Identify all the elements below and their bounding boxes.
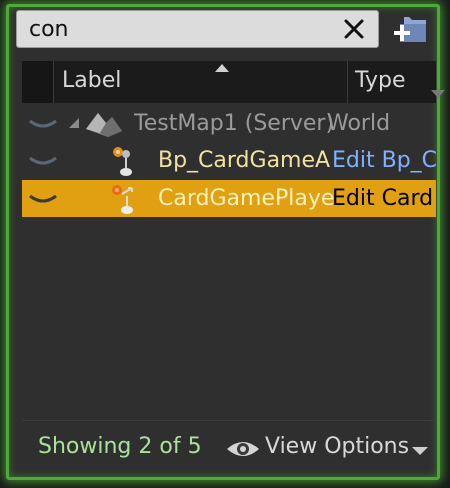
list-item[interactable]: TestMap1 (Server) World: [22, 105, 436, 142]
player-controller-icon: [112, 185, 133, 214]
search-input[interactable]: [17, 11, 339, 47]
chevron-down-icon[interactable]: [430, 89, 446, 99]
column-header-row: Label Type: [22, 61, 445, 103]
label-column-header[interactable]: Label: [54, 61, 347, 103]
list-item[interactable]: Bp_CardGameA Edit Bp_C: [22, 142, 436, 179]
visibility-column-header[interactable]: [22, 61, 53, 103]
chevron-down-icon: [412, 447, 428, 455]
type-column-title: Type: [355, 68, 406, 93]
close-icon[interactable]: [340, 15, 368, 43]
row-label: Bp_CardGameA: [158, 148, 331, 173]
type-column-header[interactable]: Type: [348, 61, 445, 103]
search-box[interactable]: [16, 10, 379, 48]
visibility-eye-icon[interactable]: [28, 154, 58, 168]
row-label: CardGamePlaye: [158, 186, 335, 211]
world-icon: [86, 113, 122, 137]
visibility-eye-icon[interactable]: [28, 192, 58, 206]
row-type-link[interactable]: Edit Bp_C: [332, 142, 436, 179]
visibility-eye-icon[interactable]: [28, 117, 58, 131]
row-type-link[interactable]: Edit Card: [332, 180, 436, 217]
list-item-selected[interactable]: CardGamePlaye Edit Card: [22, 180, 436, 217]
label-column-title: Label: [62, 68, 122, 93]
item-count-status: Showing 2 of 5: [38, 434, 202, 459]
row-label: TestMap1 (Server): [134, 111, 335, 136]
footer-divider: [22, 420, 436, 421]
row-type: World: [327, 111, 391, 136]
expand-arrow-icon[interactable]: [68, 117, 80, 129]
eye-icon: [227, 442, 259, 456]
actor-blueprint-icon: [113, 147, 132, 176]
sort-ascending-icon: [215, 64, 229, 72]
new-folder-icon[interactable]: [392, 14, 428, 44]
view-options-label: View Options: [265, 434, 410, 459]
